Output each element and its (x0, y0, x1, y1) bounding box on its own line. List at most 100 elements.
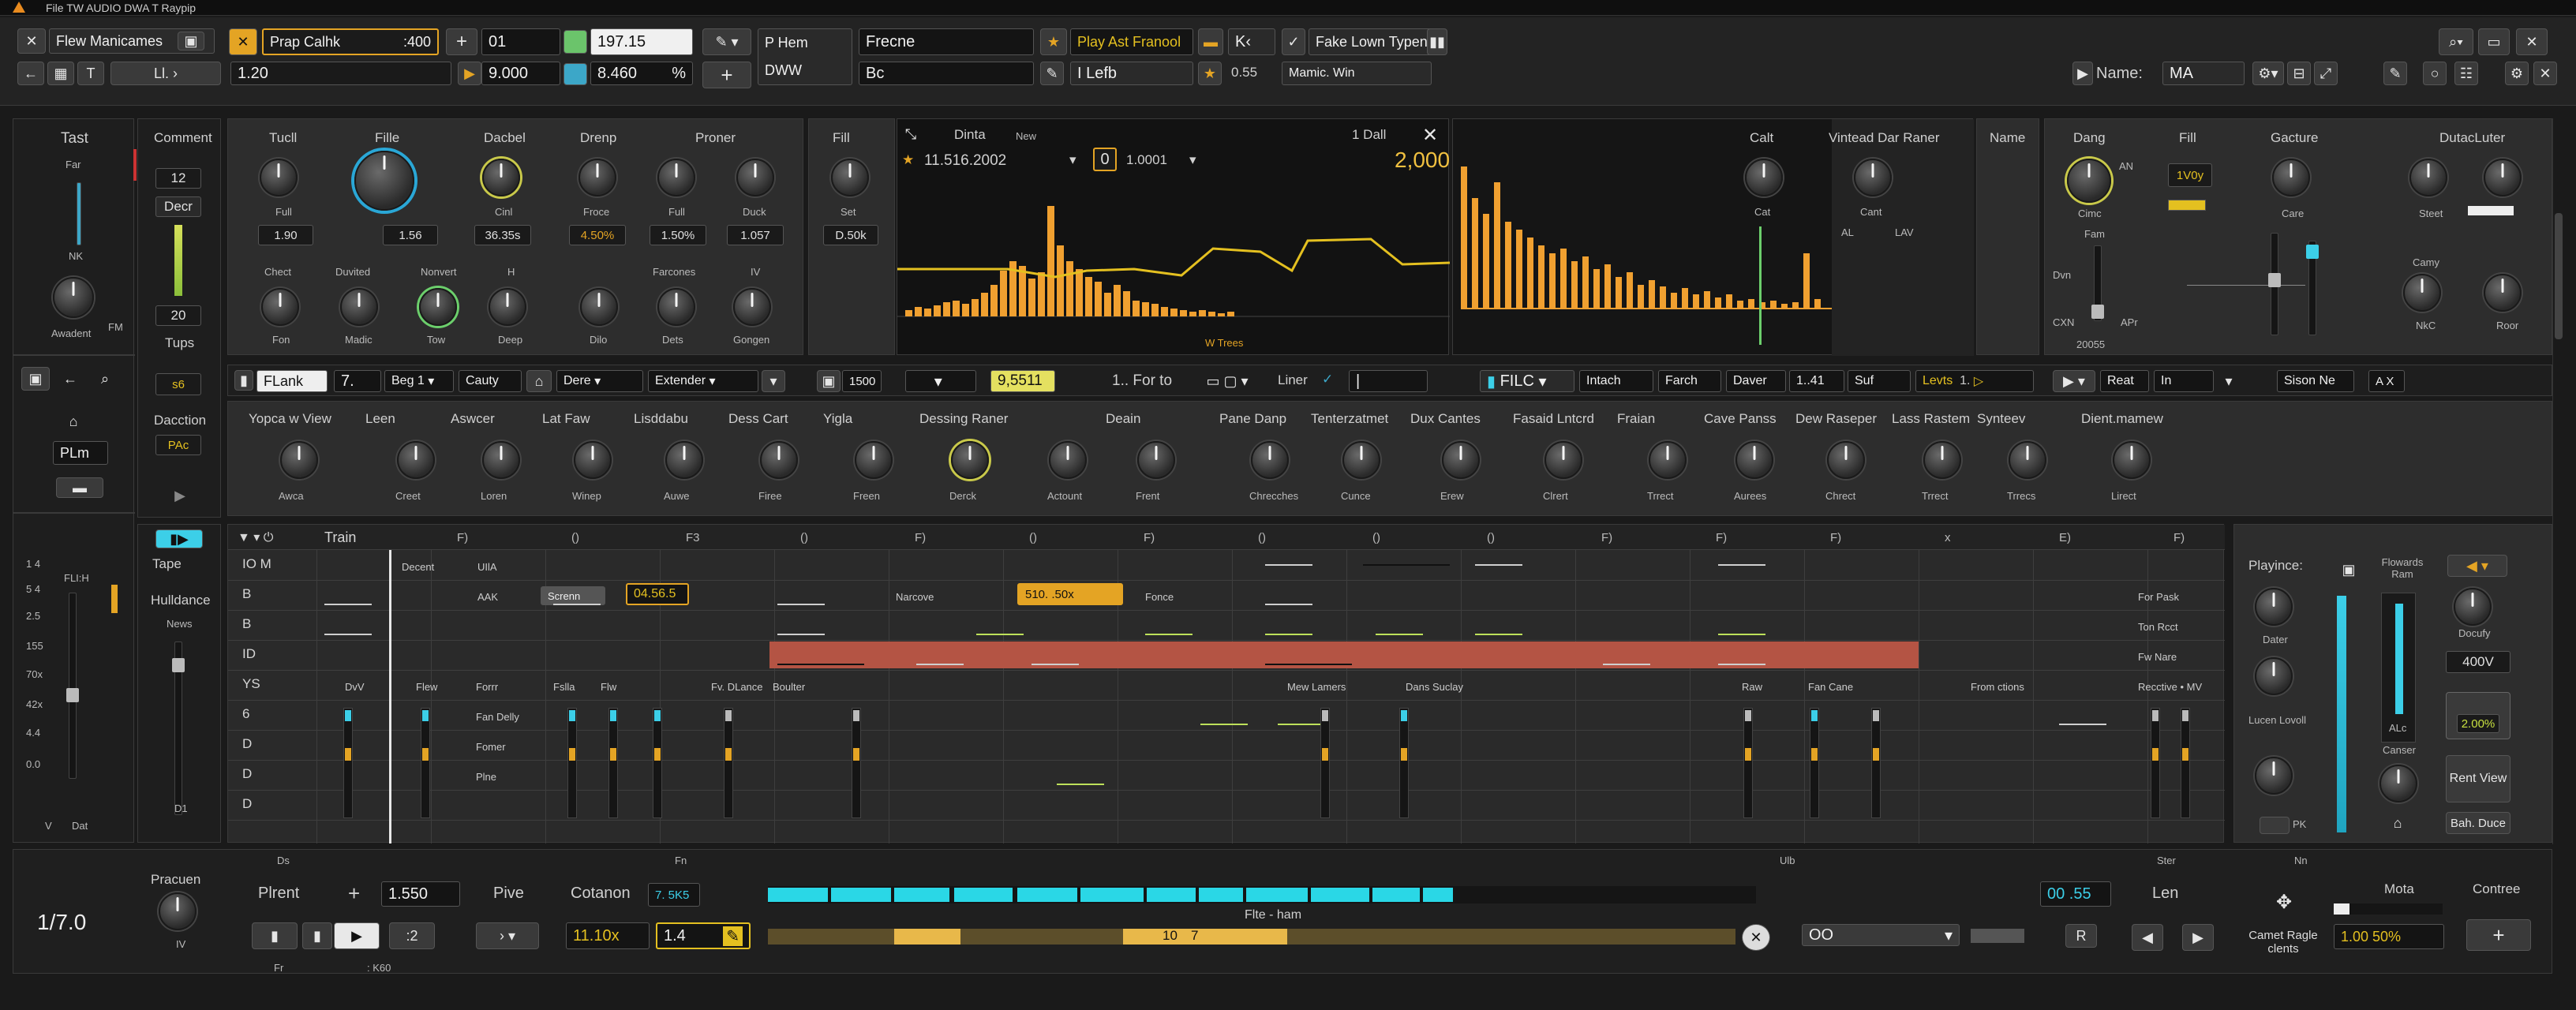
star2-icon[interactable]: ★ (1198, 62, 1222, 85)
extender-select[interactable]: Extender ▾ (648, 370, 758, 392)
seq-arrow-19[interactable] (1265, 664, 1352, 665)
fx-val-4[interactable]: 1.50% (650, 225, 706, 245)
fill-val[interactable]: D.50k (823, 225, 878, 245)
time-field[interactable]: 9.000 (481, 62, 560, 85)
tape-cyan-icon[interactable]: ▮▶ (155, 529, 203, 548)
rt-fader-2[interactable] (2268, 233, 2281, 335)
seq-arrow-20[interactable] (1603, 664, 1650, 665)
knob-row-knob-10[interactable] (1251, 441, 1289, 479)
pencil-icon[interactable]: ✎ ▾ (702, 28, 751, 55)
seq-arrow-4[interactable] (1265, 604, 1312, 605)
fade-field[interactable]: Fake Lown Typen (1309, 28, 1443, 55)
graph-hz-drop-icon[interactable]: ▾ (1189, 152, 1196, 168)
warning-x-icon[interactable]: ✕ (229, 28, 257, 55)
k-select[interactable]: K ‹ (1228, 28, 1275, 55)
close2-icon[interactable]: ✕ (2533, 62, 2557, 85)
seq-arrow-10[interactable] (976, 634, 1024, 635)
seq-arrow-18[interactable] (1032, 664, 1079, 665)
tempo-field[interactable]: 1.20 (230, 62, 451, 85)
scroll-thumb[interactable] (2555, 213, 2563, 339)
knob-row-knob-0[interactable] (280, 441, 318, 479)
contree-add-button[interactable]: + (2466, 919, 2531, 951)
cotanon-val[interactable]: 7. 5K5 (648, 883, 700, 907)
fx-knob2-2[interactable] (419, 288, 457, 326)
fx-val-3[interactable]: 4.50% (569, 225, 626, 245)
window-icon[interactable]: ▭ (2478, 28, 2510, 55)
seq-fader-10[interactable] (1810, 708, 1819, 818)
canser-knob[interactable] (2255, 757, 2293, 795)
v1110-field[interactable]: 11.10x (566, 922, 650, 949)
beg-select[interactable]: Beg 1 ▾ (384, 370, 454, 392)
bars-icon[interactable]: ▮▮ (1427, 28, 1447, 55)
value-a-field[interactable]: 197.15 (590, 28, 693, 55)
knob-row-knob-16[interactable] (1827, 441, 1865, 479)
move-icon[interactable]: ✥ (2264, 886, 2304, 918)
gold-timeline[interactable] (768, 929, 1735, 945)
back-icon[interactable]: ← (17, 62, 44, 85)
clear-icon[interactable]: ✕ (1742, 924, 1770, 951)
seq-fader-2[interactable] (567, 708, 577, 818)
cauty-field[interactable]: Cauty (459, 370, 522, 392)
seq-screen-field[interactable]: Screnn (541, 586, 605, 605)
seq-arrow-9[interactable] (777, 634, 825, 635)
seq-fader-0[interactable] (343, 708, 353, 818)
flank-icon[interactable]: ▮ (234, 370, 253, 391)
seq-row-label-1[interactable]: B (242, 586, 251, 602)
play-small-icon[interactable]: ▶ (458, 62, 481, 85)
seq-arrow-0[interactable] (324, 604, 372, 605)
knob-row-knob-17[interactable] (1923, 441, 1961, 479)
loop-button[interactable]: :2 (389, 922, 435, 949)
home-icon[interactable]: ⌂ (59, 410, 88, 433)
r-button[interactable]: R (2065, 924, 2097, 948)
seq-arrow-14[interactable] (1475, 634, 1522, 635)
fx-knob-2[interactable] (482, 159, 520, 196)
tape-fader-cap[interactable] (172, 658, 185, 672)
seq-fader-6[interactable] (852, 708, 861, 818)
seq-arrow-7[interactable] (1718, 564, 1765, 566)
filc-field[interactable]: ▮ FILC ▾ (1480, 370, 1574, 392)
lucen-knob[interactable] (2255, 657, 2293, 695)
name-select[interactable]: MA (2162, 62, 2245, 85)
plm-field[interactable]: PLm (53, 441, 108, 465)
tag-icon[interactable]: ▬ (1198, 28, 1223, 55)
seq-arrow-6[interactable] (1475, 564, 1522, 566)
fx-knob-3[interactable] (578, 159, 616, 196)
val-field[interactable]: 9,5511 (990, 370, 1055, 392)
grid-icon[interactable]: ▦ (47, 62, 74, 85)
flank-field[interactable]: FLank (256, 370, 328, 392)
menu-icon[interactable]: ▣ (178, 32, 204, 50)
knob-row-knob-3[interactable] (574, 441, 612, 479)
in-field[interactable]: In (2154, 370, 2214, 392)
seq-arrow-13[interactable] (1376, 634, 1423, 635)
ax-field[interactable]: A X (2368, 370, 2405, 392)
prev-button[interactable]: ◀ (2132, 924, 2163, 951)
rt-fader-cap-2[interactable] (2268, 273, 2281, 287)
seq-fader-12[interactable] (2151, 708, 2160, 818)
seq-arrow-2[interactable] (777, 604, 825, 605)
window-mode-icon[interactable]: ▣ (21, 367, 50, 391)
rt-fader-3[interactable] (2306, 241, 2319, 335)
close-track-button[interactable]: ✕ (17, 28, 46, 54)
suf-field[interactable]: Suf (1848, 370, 1911, 392)
stop-button[interactable]: ▮ (252, 922, 298, 949)
knob-row-knob-4[interactable] (665, 441, 703, 479)
levts-field[interactable]: Levts 1. ▷ (1915, 370, 2034, 392)
seq-fader-3[interactable] (608, 708, 618, 818)
fill-knob[interactable] (831, 159, 869, 196)
play-arrow-icon[interactable]: ▶ (168, 484, 192, 507)
seq-arrow-25[interactable] (1057, 784, 1104, 785)
rt-knob-5[interactable] (2484, 159, 2522, 196)
seq-fader-9[interactable] (1743, 708, 1753, 818)
right-scrollbar[interactable] (2552, 118, 2563, 844)
knob-row-knob-12[interactable] (1442, 441, 1480, 479)
decr-box[interactable]: Decr (155, 196, 201, 217)
fx-knob2-3[interactable] (489, 288, 526, 326)
seq-fader-5[interactable] (724, 708, 733, 818)
grid2-icon[interactable]: ▣ (817, 370, 841, 392)
spectrum-graph[interactable] (897, 182, 1450, 324)
seq-fader-1[interactable] (421, 708, 430, 818)
knob-row-knob-14[interactable] (1649, 441, 1687, 479)
knob-row-knob-7[interactable] (951, 441, 989, 479)
level-field[interactable]: 8.460% (590, 62, 693, 85)
mode-select[interactable]: P Hem DWW (758, 28, 852, 85)
